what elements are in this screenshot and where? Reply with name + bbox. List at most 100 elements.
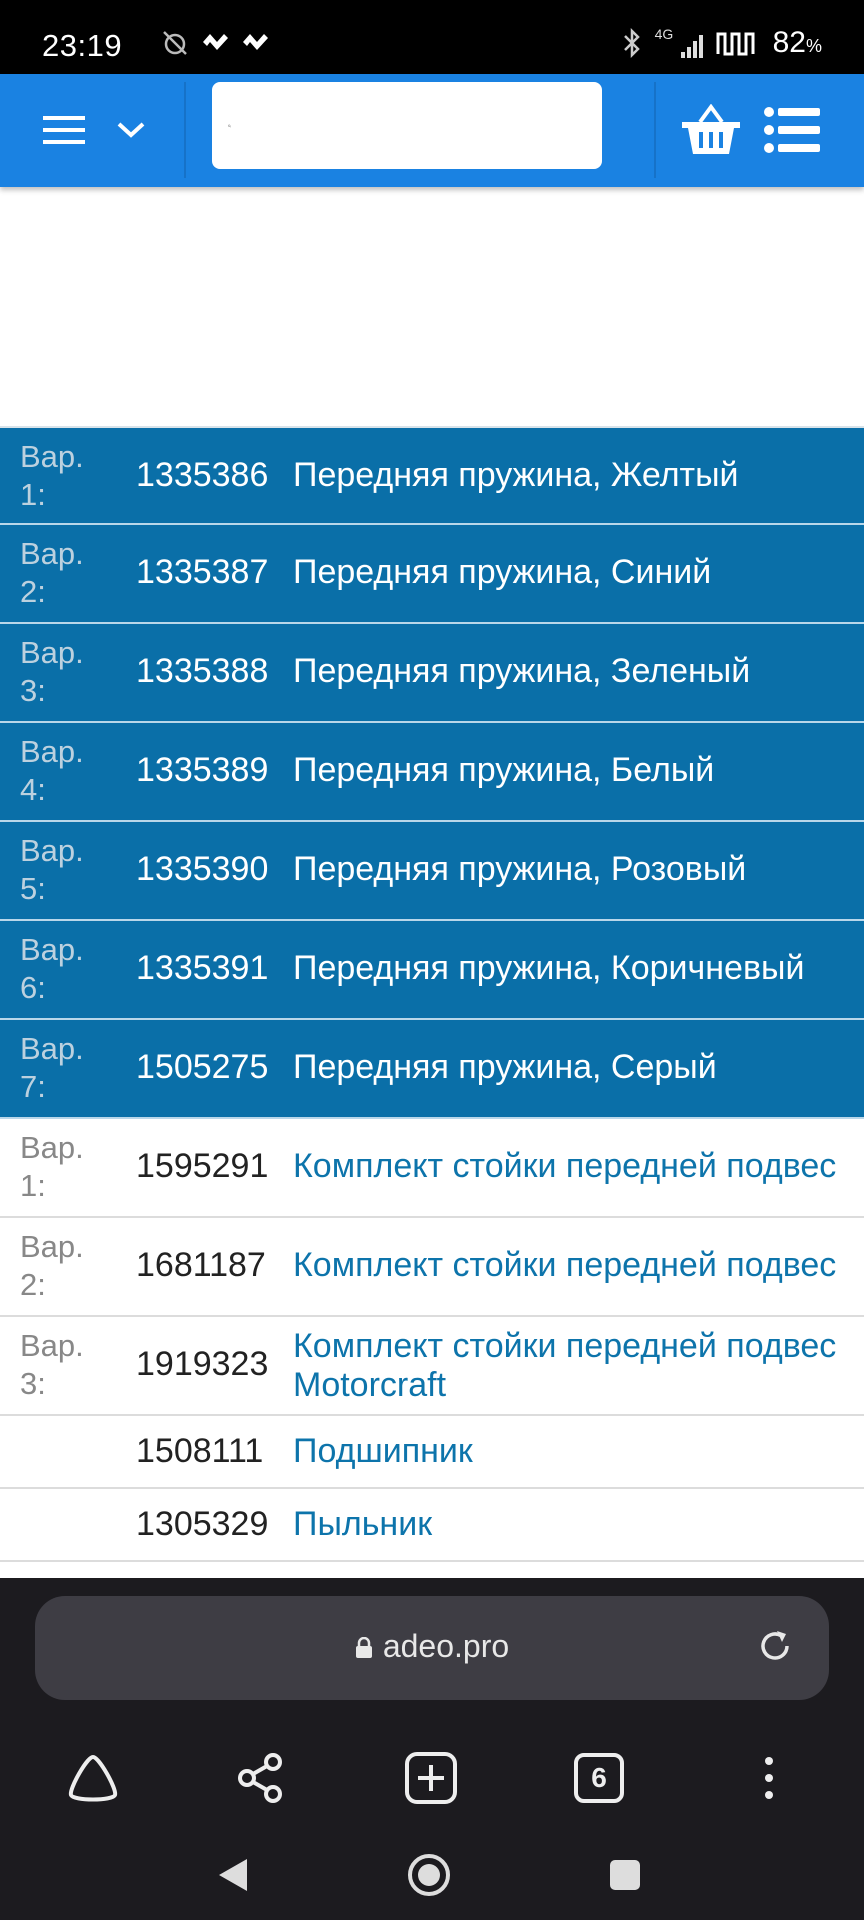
table-row[interactable]: Вар. 6: 1335391 Передняя пружина, Коричн… bbox=[0, 921, 864, 1020]
part-number: 1335386 bbox=[136, 456, 269, 494]
part-name-link[interactable]: Подшипник bbox=[293, 1432, 473, 1471]
variant-label: Вар. 3: bbox=[20, 635, 84, 708]
table-row[interactable]: Вар. 2: 1681187 Комплект стойки передней… bbox=[0, 1218, 864, 1317]
dropdown-button[interactable] bbox=[106, 102, 156, 158]
alarm-off-icon bbox=[163, 31, 187, 55]
part-name: Передняя пружина, Серый bbox=[293, 1048, 717, 1086]
back-triangle-icon bbox=[219, 1859, 247, 1891]
part-number: 1335388 bbox=[136, 652, 269, 690]
url-text: adeo.pro bbox=[382, 1628, 510, 1664]
part-name-line: Motorcraft bbox=[293, 1366, 447, 1404]
part-number: 1505275 bbox=[136, 1048, 269, 1086]
add-icon bbox=[405, 1752, 457, 1804]
share-icon bbox=[238, 1753, 282, 1803]
part-name-link[interactable]: Комплект стойки передней подвес bbox=[293, 1147, 836, 1186]
search-input[interactable] bbox=[241, 95, 602, 156]
part-number: 1335387 bbox=[136, 553, 269, 591]
menu-button[interactable] bbox=[34, 102, 94, 158]
tabs-count: 6 bbox=[591, 1762, 607, 1793]
search-field[interactable] bbox=[212, 82, 602, 169]
part-number: 1595291 bbox=[136, 1147, 269, 1185]
bluetooth-icon bbox=[623, 28, 640, 58]
app-notification-icon bbox=[203, 34, 228, 50]
table-row[interactable]: Вар. 1: 1595291 Комплект стойки передней… bbox=[0, 1119, 864, 1218]
battery-level: 82% bbox=[772, 26, 822, 59]
more-options-button[interactable] bbox=[737, 1746, 801, 1810]
url-display[interactable]: adeo.pro bbox=[35, 1628, 829, 1665]
part-name-line: Комплект стойки передней подвес bbox=[293, 1327, 837, 1365]
table-row[interactable]: Вар. 3: 1919323 Комплект стойки передней… bbox=[0, 1317, 864, 1416]
app-notification-icon bbox=[243, 34, 268, 50]
status-notification-icons bbox=[160, 28, 270, 58]
browser-logo-icon bbox=[68, 1754, 118, 1802]
variant-label: Вар. 5: bbox=[20, 833, 84, 906]
home-button[interactable] bbox=[61, 1746, 125, 1810]
search-icon bbox=[228, 124, 231, 127]
variant-label: Вар. 2: bbox=[20, 1229, 84, 1302]
system-navigation-bar bbox=[0, 1828, 864, 1920]
part-name-link[interactable]: Комплект стойки передней подвес Motorcraf… bbox=[293, 1327, 836, 1405]
variant-label: Вар. 2: bbox=[20, 536, 84, 609]
variant-label: Вар. 4: bbox=[20, 734, 84, 807]
variant-label: Вар. 6: bbox=[20, 932, 84, 1005]
table-row[interactable]: 1508111 Подшипник bbox=[0, 1416, 864, 1489]
app-header bbox=[0, 74, 864, 187]
variant-label: Вар. 3: bbox=[20, 1328, 84, 1401]
part-name: Передняя пружина, Розовый bbox=[293, 850, 747, 888]
status-time: 23:19 bbox=[42, 28, 123, 63]
part-number: 1919323 bbox=[136, 1345, 269, 1383]
part-name: Передняя пружина, Желтый bbox=[293, 456, 739, 494]
part-number: 1335389 bbox=[136, 751, 269, 789]
part-name-link[interactable]: Комплект стойки передней подвес bbox=[293, 1246, 836, 1285]
menu-icon bbox=[43, 116, 85, 144]
part-number: 1335390 bbox=[136, 850, 269, 888]
battery-saver-icon bbox=[716, 32, 755, 56]
address-bar[interactable]: adeo.pro bbox=[35, 1596, 829, 1700]
tabs-count-icon: 6 bbox=[574, 1753, 624, 1803]
variant-label: Вар. 7: bbox=[20, 1031, 84, 1104]
header-divider bbox=[654, 82, 656, 178]
part-number: 1508111 bbox=[136, 1432, 264, 1470]
back-button[interactable] bbox=[208, 1850, 258, 1900]
part-number: 1335391 bbox=[136, 949, 269, 987]
tabs-button[interactable]: 6 bbox=[567, 1746, 631, 1810]
lock-icon bbox=[355, 1637, 372, 1658]
part-name: Передняя пружина, Синий bbox=[293, 553, 712, 591]
home-circle-icon bbox=[408, 1854, 450, 1896]
table-row[interactable]: Вар. 2: 1335387 Передняя пружина, Синий bbox=[0, 525, 864, 624]
browser-nav-row: 6 bbox=[0, 1738, 864, 1818]
more-vertical-icon bbox=[765, 1757, 773, 1799]
square-icon bbox=[610, 1860, 640, 1890]
variant-label: Вар. 1: bbox=[20, 1130, 84, 1203]
basket-icon bbox=[682, 104, 740, 154]
recent-apps-button[interactable] bbox=[600, 1850, 650, 1900]
part-name: Передняя пружина, Белый bbox=[293, 751, 715, 789]
part-name-link[interactable]: Пыльник bbox=[293, 1505, 432, 1544]
part-number: 1305329 bbox=[136, 1505, 269, 1543]
table-row[interactable]: Вар. 3: 1335388 Передняя пружина, Зелены… bbox=[0, 624, 864, 723]
variant-label: Вар. 1: bbox=[20, 439, 84, 512]
status-bar: 23:19 4G 82% bbox=[0, 0, 864, 74]
part-number: 1681187 bbox=[136, 1246, 266, 1284]
table-row[interactable]: Вар. 1: 1335386 Передняя пружина, Желтый bbox=[0, 426, 864, 525]
browser-bottom-bar: adeo.pro 6 bbox=[0, 1578, 864, 1920]
reload-icon bbox=[761, 1631, 789, 1660]
chevron-down-icon bbox=[117, 122, 145, 138]
list-view-button[interactable] bbox=[760, 98, 824, 162]
share-button[interactable] bbox=[229, 1746, 293, 1810]
header-divider bbox=[184, 82, 186, 178]
part-name: Передняя пружина, Коричневый bbox=[293, 949, 805, 987]
table-row[interactable]: Вар. 4: 1335389 Передняя пружина, Белый bbox=[0, 723, 864, 822]
parts-table: Вар. 1: 1335386 Передняя пружина, Желтый… bbox=[0, 426, 864, 1562]
reload-button[interactable] bbox=[755, 1626, 795, 1671]
table-row[interactable]: Вар. 7: 1505275 Передняя пружина, Серый bbox=[0, 1020, 864, 1119]
signal-icon: 4G bbox=[655, 26, 703, 58]
basket-button[interactable] bbox=[676, 98, 746, 162]
home-nav-button[interactable] bbox=[404, 1850, 454, 1900]
status-system-icons: 4G 82% bbox=[621, 26, 822, 60]
list-icon bbox=[764, 107, 820, 153]
table-row[interactable]: Вар. 5: 1335390 Передняя пружина, Розовы… bbox=[0, 822, 864, 921]
new-tab-button[interactable] bbox=[399, 1746, 463, 1810]
part-name: Передняя пружина, Зеленый bbox=[293, 652, 751, 690]
table-row[interactable]: 1305329 Пыльник bbox=[0, 1489, 864, 1562]
